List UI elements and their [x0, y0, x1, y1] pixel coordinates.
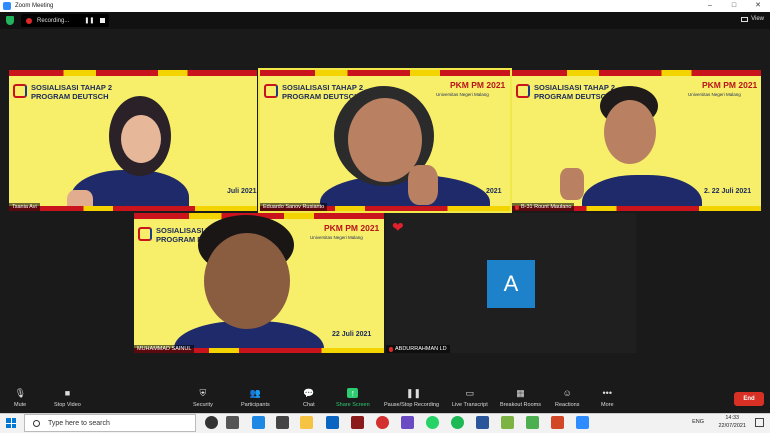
participants-button[interactable]: 👥 Participants — [241, 388, 270, 408]
zoom-taskbar-icon[interactable] — [576, 416, 589, 429]
end-meeting-button[interactable]: End — [734, 392, 764, 406]
program-logo-icon — [516, 84, 530, 98]
pause-stop-icon: ❚❚ — [406, 388, 422, 398]
banner-date: Juli 2021 — [227, 188, 257, 195]
pause-recording-button[interactable]: ❚❚ Pause/Stop Recording — [384, 388, 439, 408]
banner-pkm: PKM PM 2021 — [450, 80, 506, 90]
spotify-icon[interactable] — [451, 416, 464, 429]
chat-button[interactable]: 💬 Chat — [303, 388, 315, 408]
view-button[interactable]: View — [741, 16, 764, 22]
cc-icon: ▭ — [465, 388, 475, 398]
minimize-button[interactable]: – — [698, 0, 722, 12]
banner-university: Universitas Negeri Malang — [436, 92, 489, 97]
maximize-button[interactable]: □ — [722, 0, 746, 12]
zoom-meeting-screen: Zoom Meeting – □ ✕ Recording... ❚❚ View … — [0, 0, 770, 433]
view-grid-icon — [741, 16, 749, 22]
security-shield-icon[interactable] — [6, 16, 14, 25]
taskbar-clock[interactable]: 14:33 22/07/2021 — [718, 414, 746, 430]
stop-recording-icon[interactable] — [100, 18, 106, 23]
video-tile-2[interactable]: SOSIALISASI TAHAP 2 PROGRAM DEUTSCH PKM P… — [258, 68, 512, 213]
stop-video-button[interactable]: ■ Stop Video — [54, 388, 81, 408]
notifications-icon[interactable] — [755, 418, 764, 427]
language-indicator[interactable]: ENG — [692, 419, 704, 425]
banner-stripe-top — [512, 70, 761, 76]
participant-avatar: A — [487, 260, 535, 308]
windows-start-icon[interactable] — [6, 418, 16, 428]
banner-stripe-bottom — [9, 206, 257, 211]
opera-icon[interactable] — [376, 416, 389, 429]
file-explorer-icon[interactable] — [300, 416, 313, 429]
word-icon[interactable] — [476, 416, 489, 429]
recording-label: Recording... — [37, 17, 70, 24]
participant-name-tag: B-31 Rount Maulano — [512, 203, 575, 211]
ellipsis-icon: ••• — [602, 388, 612, 398]
banner-university: Universitas Negeri Malang — [688, 92, 741, 97]
breakout-rooms-icon: ▦ — [516, 388, 525, 398]
chrome-icon[interactable] — [526, 416, 539, 429]
muted-mic-icon — [389, 346, 393, 352]
muted-mic-icon — [515, 204, 519, 210]
banner-date: 22 Juli 2021 — [332, 331, 372, 338]
video-tile-4[interactable]: SOSIALISASI TAHAP 2 PROGRAM DEUTSCH PKM P… — [134, 213, 384, 353]
chat-bubble-icon: 💬 — [303, 388, 315, 398]
game-app-icon[interactable] — [351, 416, 364, 429]
recording-dot-icon — [26, 17, 32, 24]
app-green-icon[interactable] — [501, 416, 514, 429]
participant-name-tag: Tsania Avi — [9, 203, 40, 211]
video-tile-3[interactable]: SOSIALISASI TAHAP 2 PROGRAM DEUTSCH PKM P… — [512, 70, 761, 211]
participant-name-tag: ABDURRAHMAN LD — [386, 345, 450, 353]
participants-icon: 👥 — [249, 388, 262, 398]
share-screen-icon: ↑ — [347, 388, 359, 398]
messenger-icon[interactable] — [401, 416, 414, 429]
powerpoint-icon[interactable] — [551, 416, 564, 429]
mail-icon[interactable] — [326, 416, 339, 429]
banner-pkm: PKM PM 2021 — [702, 80, 758, 90]
live-transcript-button[interactable]: ▭ Live Transcript — [452, 388, 488, 408]
window-title: Zoom Meeting — [15, 3, 54, 9]
microphone-icon: 🎙 — [14, 388, 27, 398]
recording-indicator: Recording... ❚❚ — [21, 14, 109, 27]
share-screen-button[interactable]: ↑ Share Screen — [336, 388, 370, 408]
search-icon — [33, 419, 40, 427]
task-view-icon[interactable] — [226, 416, 239, 429]
cortana-icon[interactable] — [205, 416, 218, 429]
program-logo-icon — [264, 84, 278, 98]
window-titlebar: Zoom Meeting – □ ✕ — [0, 0, 770, 12]
smiley-icon: ☺ — [562, 388, 572, 398]
edge-icon[interactable] — [252, 416, 265, 429]
pause-recording-icon[interactable]: ❚❚ — [84, 17, 94, 24]
view-label: View — [751, 16, 764, 22]
close-button[interactable]: ✕ — [746, 0, 770, 12]
window-controls: – □ ✕ — [698, 0, 770, 12]
more-button[interactable]: ••• More — [601, 388, 614, 408]
banner-stripe-top — [9, 70, 257, 76]
banner-university: Universitas Negeri Malang — [310, 235, 363, 240]
banner-stripe-top — [260, 70, 510, 76]
banner-date: 2021 — [486, 188, 502, 195]
taskbar-search-box[interactable]: Type here to search — [24, 414, 196, 432]
banner-pkm: PKM PM 2021 — [324, 223, 380, 233]
heart-reaction-icon: ❤ — [392, 219, 404, 235]
store-icon[interactable] — [276, 416, 289, 429]
breakout-rooms-button[interactable]: ▦ Breakout Rooms — [500, 388, 541, 408]
program-logo-icon — [138, 227, 152, 241]
participant-name-tag: Eduardo Sanov Rusianto — [260, 203, 328, 211]
program-logo-icon — [13, 84, 27, 98]
shield-icon: ⛨ — [199, 388, 207, 398]
reactions-button[interactable]: ☺ Reactions — [555, 388, 579, 408]
banner-date: 2. 22 Juli 2021 — [704, 188, 752, 195]
mute-button[interactable]: 🎙 Mute — [14, 388, 26, 408]
video-tile-1[interactable]: SOSIALISASI TAHAP 2 PROGRAM DEUTSCH Juli … — [9, 70, 257, 211]
video-camera-icon: ■ — [64, 388, 71, 398]
security-button[interactable]: ⛨ Security — [193, 388, 213, 408]
zoom-app-icon — [3, 2, 11, 10]
banner-title: SOSIALISASI TAHAP 2 PROGRAM DEUTSCH — [31, 83, 112, 101]
participant-name-tag: MUHAMMAD SAINUL — [134, 345, 195, 353]
whatsapp-icon[interactable] — [426, 416, 439, 429]
meeting-top-strip — [0, 12, 770, 29]
